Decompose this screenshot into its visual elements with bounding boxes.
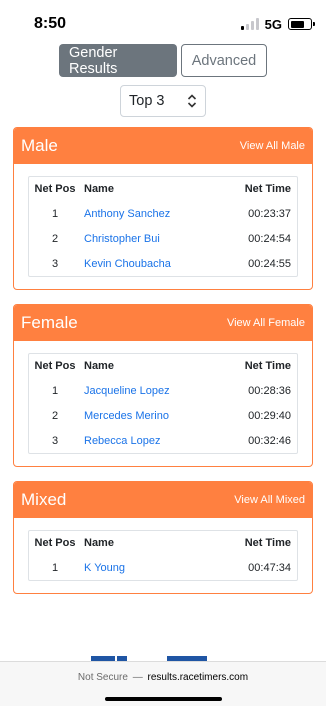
card-title: Female [21, 313, 78, 332]
col-net-time: Net Time [244, 183, 291, 195]
card-title: Male [21, 136, 58, 155]
results-table: Net Pos Name Net Time 1 K Young 00:47:34 [28, 530, 298, 581]
col-net-pos: Net Pos [34, 360, 76, 372]
table-row: 1 Jacqueline Lopez 00:28:36 [29, 378, 297, 403]
status-time: 8:50 [34, 15, 67, 32]
net-pos: 2 [51, 233, 59, 245]
table-header: Net Pos Name Net Time [29, 177, 297, 201]
url-separator: — [132, 672, 143, 683]
signal-icon [240, 18, 259, 30]
net-time: 00:24:54 [248, 233, 291, 245]
net-time: 00:23:37 [248, 208, 291, 220]
net-time: 00:28:36 [248, 385, 291, 397]
security-label: Not Secure [77, 672, 128, 683]
col-net-pos: Net Pos [34, 537, 76, 549]
col-name: Name [84, 537, 114, 549]
net-pos: 3 [51, 435, 59, 447]
url-domain: results.racetimers.com [147, 672, 249, 683]
runner-link[interactable]: K Young [81, 562, 239, 574]
result-tabs: Gender Results Advanced [0, 44, 326, 77]
table-row: 2 Mercedes Merino 00:29:40 [29, 403, 297, 428]
net-pos: 3 [51, 258, 59, 270]
mixed-results-card: Mixed View All Mixed Net Pos Name Net Ti… [13, 481, 313, 594]
top-n-value: Top 3 [129, 93, 165, 109]
runner-link[interactable]: Rebecca Lopez [81, 435, 239, 447]
table-row: 1 K Young 00:47:34 [29, 555, 297, 580]
col-net-pos: Net Pos [34, 183, 76, 195]
col-net-time: Net Time [244, 360, 291, 372]
status-bar: 8:50 5G [0, 0, 326, 48]
table-row: 2 Christopher Bui 00:24:54 [29, 226, 297, 251]
runner-link[interactable]: Jacqueline Lopez [81, 385, 239, 397]
browser-url-bar[interactable]: Not Secure — results.racetimers.com [0, 661, 326, 706]
view-all-male-link[interactable]: View All Male [240, 140, 305, 152]
results-table: Net Pos Name Net Time 1 Jacqueline Lopez… [28, 353, 298, 454]
tab-advanced[interactable]: Advanced [181, 44, 267, 77]
table-header: Net Pos Name Net Time [29, 354, 297, 378]
net-time: 00:24:55 [248, 258, 291, 270]
status-icons: 5G [240, 16, 315, 32]
female-results-card: Female View All Female Net Pos Name Net … [13, 304, 313, 467]
top-n-select[interactable]: Top 3 [120, 85, 206, 117]
card-header: Mixed View All Mixed [14, 482, 312, 518]
home-indicator[interactable] [105, 697, 222, 701]
col-net-time: Net Time [244, 537, 291, 549]
table-header: Net Pos Name Net Time [29, 531, 297, 555]
network-type: 5G [264, 16, 282, 32]
runner-link[interactable]: Christopher Bui [81, 233, 239, 245]
card-header: Female View All Female [14, 305, 312, 341]
chevron-updown-icon [187, 94, 197, 108]
net-time: 00:47:34 [248, 562, 291, 574]
col-name: Name [84, 183, 114, 195]
battery-icon [288, 18, 315, 30]
net-pos: 1 [51, 562, 59, 574]
col-name: Name [84, 360, 114, 372]
url-text: Not Secure — results.racetimers.com [0, 672, 326, 683]
net-pos: 2 [51, 410, 59, 422]
table-row: 1 Anthony Sanchez 00:23:37 [29, 201, 297, 226]
runner-link[interactable]: Mercedes Merino [81, 410, 239, 422]
runner-link[interactable]: Anthony Sanchez [81, 208, 239, 220]
filter-wrap: Top 3 [0, 85, 326, 117]
net-pos: 1 [51, 385, 59, 397]
male-results-card: Male View All Male Net Pos Name Net Time… [13, 127, 313, 290]
card-header: Male View All Male [14, 128, 312, 164]
tab-gender-results[interactable]: Gender Results [59, 44, 177, 77]
net-pos: 1 [51, 208, 59, 220]
table-row: 3 Rebecca Lopez 00:32:46 [29, 428, 297, 453]
view-all-mixed-link[interactable]: View All Mixed [234, 494, 305, 506]
runner-link[interactable]: Kevin Choubacha [81, 258, 239, 270]
card-title: Mixed [21, 490, 67, 509]
view-all-female-link[interactable]: View All Female [227, 317, 305, 329]
results-table: Net Pos Name Net Time 1 Anthony Sanchez … [28, 176, 298, 277]
net-time: 00:29:40 [248, 410, 291, 422]
table-row: 3 Kevin Choubacha 00:24:55 [29, 251, 297, 276]
net-time: 00:32:46 [248, 435, 291, 447]
